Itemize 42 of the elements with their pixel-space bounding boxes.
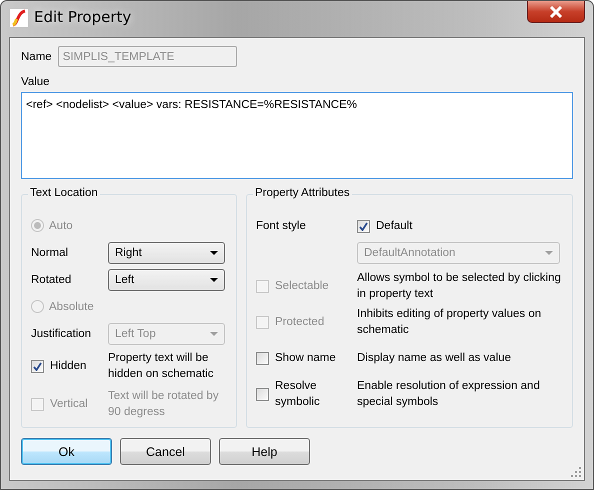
radio-label: Auto <box>49 220 73 232</box>
description-text: Display name as well as value <box>357 351 512 366</box>
caret-icon <box>210 250 218 254</box>
field-label: Value <box>21 76 51 88</box>
field-label: Rotated <box>31 274 72 286</box>
resize-grip-icon[interactable] <box>571 467 582 478</box>
dropdown[interactable]: Right <box>108 242 225 264</box>
dialog-button[interactable]: Ok <box>21 438 112 465</box>
checkbox-label: Vertical <box>50 398 88 410</box>
caret-icon <box>210 332 218 336</box>
checkbox-label: Resolve symbolic <box>275 379 321 410</box>
field-label: Justification <box>31 328 92 340</box>
field-label: Name <box>21 50 52 62</box>
radio-label: Absolute <box>49 300 94 312</box>
description-text: Text will be rotated by 90 degress <box>108 389 220 420</box>
checkbox[interactable] <box>256 352 269 364</box>
caret-icon <box>545 251 553 255</box>
window-title: Edit Property <box>34 8 132 26</box>
checkbox-label: Protected <box>275 315 324 330</box>
field-label: Normal <box>31 246 70 258</box>
description-text: Inhibits editing of property values on schematic <box>357 307 542 338</box>
dropdown[interactable]: Left <box>108 268 225 290</box>
checkbox[interactable] <box>357 220 370 232</box>
checkbox-label: Selectable <box>275 279 329 294</box>
close-button[interactable] <box>527 1 585 23</box>
caret-icon <box>210 278 218 282</box>
app-logo-icon <box>10 9 28 27</box>
value-field[interactable]: <ref> <nodelist> <value> vars: RESISTANCE=%RESISTANCE% <box>21 92 573 179</box>
checkbox-label: Hidden <box>50 360 86 372</box>
checkbox[interactable] <box>256 388 269 400</box>
description-text: Enable resolution of expression and special symbols <box>357 379 541 410</box>
group-title: Text Location <box>28 187 100 199</box>
description-text: Allows symbol to be selected by clicking in property text <box>357 271 562 302</box>
dialog-button[interactable]: Help <box>219 438 310 465</box>
checkbox[interactable] <box>31 360 44 372</box>
checkbox-label: Default <box>376 220 412 232</box>
checkbox-label: Show name <box>275 351 336 366</box>
dialog-button[interactable]: Cancel <box>120 438 211 465</box>
group-title: Property Attributes <box>253 187 352 199</box>
description-text: Property text will be hidden on schematic <box>108 351 214 382</box>
close-icon <box>549 6 563 18</box>
field-label: Font style <box>256 220 306 232</box>
